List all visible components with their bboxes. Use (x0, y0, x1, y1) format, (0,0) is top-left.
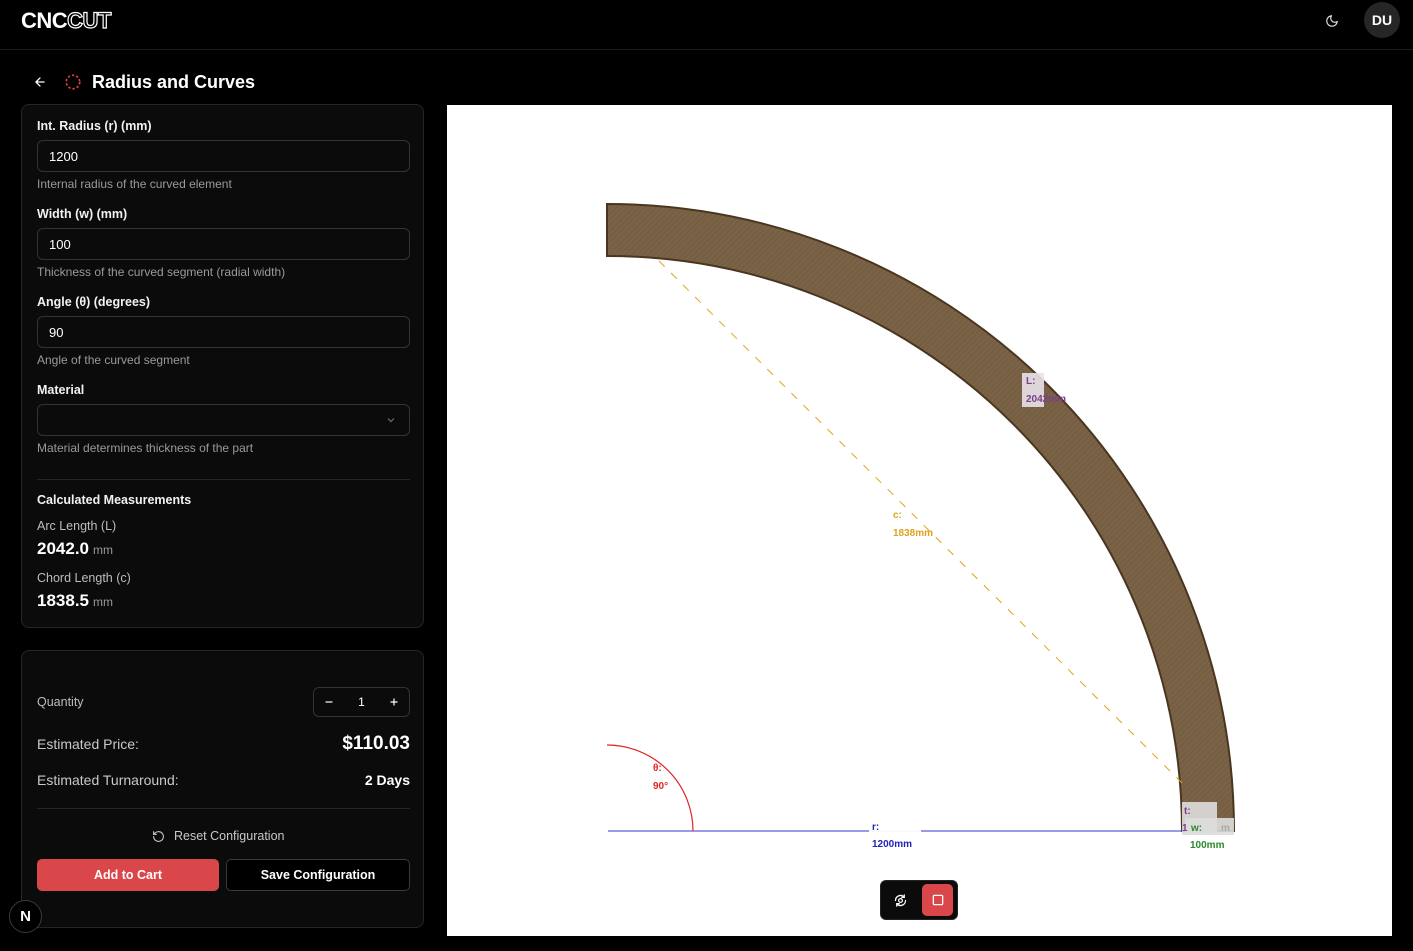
square-icon (932, 894, 943, 906)
order-card: Quantity 1 Estimated Price: $110.03 Esti… (21, 650, 424, 928)
reset-label: Reset Configuration (174, 829, 285, 843)
curved-segment (606, 202, 1236, 832)
add-to-cart-button[interactable]: Add to Cart (37, 859, 219, 891)
quantity-stepper: 1 (313, 687, 410, 717)
chord-length-label: Chord Length (c) (37, 571, 131, 585)
angle-arc (606, 744, 694, 832)
curve-drawing: L: 2042mm c: 1838mm θ: 90° r: 1200mm t: … (606, 202, 1236, 851)
width-label: Width (w) (mm) (37, 207, 128, 221)
turnaround-value: 2 Days (364, 772, 410, 788)
radius-label-value: 1200mm (872, 839, 912, 850)
angle-input[interactable] (37, 316, 410, 348)
thickness-label-suffix: m (1221, 823, 1230, 834)
chord-length-number: 1838.5 (37, 591, 89, 610)
minus-icon (325, 701, 333, 703)
thickness-label-partial: 1 (1182, 823, 1188, 834)
preview-canvas[interactable]: L: 2042mm c: 1838mm θ: 90° r: 1200mm t: … (447, 105, 1392, 936)
user-avatar[interactable]: DU (1364, 2, 1400, 38)
angle-help: Angle of the curved segment (37, 353, 190, 367)
material-help: Material determines thickness of the par… (37, 441, 254, 455)
turnaround-label: Estimated Turnaround: (37, 772, 179, 788)
orbit-icon (894, 893, 907, 907)
chord-label-value: 1838mm (893, 528, 933, 539)
theme-toggle-moon-icon[interactable] (1320, 9, 1344, 33)
save-configuration-button[interactable]: Save Configuration (226, 859, 410, 891)
chevron-down-icon (387, 418, 395, 423)
plus-icon (390, 698, 398, 706)
arc-label-value: 2042mm (1026, 394, 1066, 405)
price-row: Estimated Price: $110.03 (37, 733, 410, 755)
material-select[interactable] (37, 404, 410, 436)
2d-view-button[interactable] (922, 884, 953, 916)
app-logo[interactable]: CNCCUT (21, 7, 112, 34)
chord-length-unit: mm (93, 595, 113, 609)
width-label-prefix: w: (1190, 823, 1202, 834)
back-arrow-icon[interactable] (31, 73, 49, 91)
rotate-view-button[interactable] (885, 884, 916, 916)
decrement-button[interactable] (314, 688, 344, 716)
configuration-card: Int. Radius (r) (mm) Internal radius of … (21, 104, 424, 628)
logo-accent: CUT (67, 7, 112, 33)
width-label-value: 100mm (1190, 840, 1225, 851)
radius-help: Internal radius of the curved element (37, 177, 232, 191)
reset-icon (153, 830, 164, 842)
radius-label: Int. Radius (r) (mm) (37, 119, 152, 133)
reset-configuration-button[interactable]: Reset Configuration (152, 829, 284, 843)
nextjs-badge[interactable]: N (9, 900, 42, 933)
quantity-value[interactable]: 1 (344, 695, 379, 709)
width-input[interactable] (37, 228, 410, 260)
divider (37, 808, 410, 809)
arc-length-number: 2042.0 (37, 539, 89, 558)
price-value: $110.03 (342, 733, 410, 754)
quantity-label: Quantity (37, 695, 84, 709)
chord-label-prefix: c: (893, 510, 902, 521)
angle-label: Angle (θ) (degrees) (37, 295, 151, 309)
arc-length-unit: mm (93, 543, 113, 557)
chord-length-value: 1838.5 mm (37, 591, 113, 611)
top-bar: CNCCUT DU (0, 0, 1413, 50)
page-header: Radius and Curves (31, 68, 255, 96)
arc-length-value: 2042.0 mm (37, 539, 113, 559)
increment-button[interactable] (379, 688, 409, 716)
divider (37, 479, 410, 480)
canvas-toolbar (880, 880, 958, 920)
dashed-circle-icon (65, 74, 81, 90)
radius-input[interactable] (37, 140, 410, 172)
material-label: Material (37, 383, 85, 397)
arc-label-prefix: L: (1026, 376, 1035, 387)
angle-label-prefix: θ: (653, 763, 662, 774)
thickness-label-prefix: t: (1184, 806, 1191, 817)
measurements-title: Calculated Measurements (37, 493, 192, 507)
page-title: Radius and Curves (92, 71, 256, 92)
logo-main: CNC (21, 8, 68, 33)
width-help: Thickness of the curved segment (radial … (37, 265, 286, 279)
turnaround-row: Estimated Turnaround: 2 Days (37, 772, 410, 788)
price-label: Estimated Price: (37, 736, 139, 752)
angle-label-value: 90° (653, 781, 668, 792)
arc-length-label: Arc Length (L) (37, 519, 117, 533)
radius-label-prefix: r: (872, 822, 879, 833)
